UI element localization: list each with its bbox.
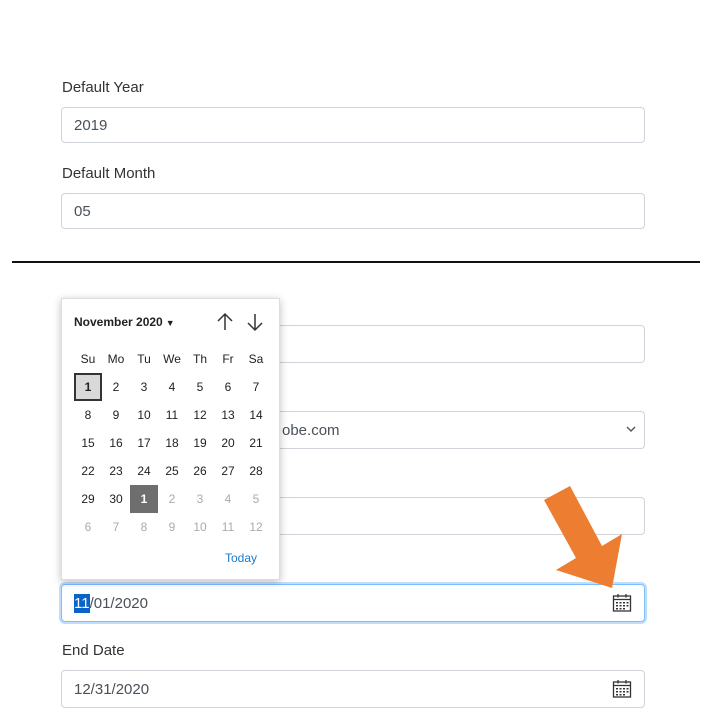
week-row: 29 30 1 2 3 4 5	[74, 485, 272, 513]
day-cell-other-month[interactable]: 5	[242, 485, 270, 513]
day-cell-other-month[interactable]: 2	[158, 485, 186, 513]
weekday-label: Sa	[248, 352, 264, 366]
day-cell-other-month[interactable]: 3	[186, 485, 214, 513]
start-date-rest: /01/2020	[89, 594, 148, 612]
month-year-label: November 2020	[74, 315, 163, 329]
start-date-month-segment[interactable]: 11	[74, 593, 90, 613]
weekday-header: Su Mo Tu We Th Fr Sa	[74, 347, 272, 371]
day-cell-other-month[interactable]: 6	[74, 513, 102, 541]
day-cell[interactable]: 26	[186, 457, 214, 485]
day-cell-other-month[interactable]: 10	[186, 513, 214, 541]
weekday-label: Tu	[137, 352, 151, 366]
default-month-label: Default Month	[62, 165, 156, 182]
weekday-label: Mo	[107, 352, 125, 366]
week-row: 8 9 10 11 12 13 14	[74, 401, 272, 429]
day-cell-other-month[interactable]: 12	[242, 513, 270, 541]
day-cell[interactable]: 6	[214, 373, 242, 401]
day-cell[interactable]: 23	[102, 457, 130, 485]
weekday-label: We	[163, 352, 181, 366]
calendar-icon[interactable]	[612, 593, 632, 613]
day-cell-other-month[interactable]: 11	[214, 513, 242, 541]
default-year-value: 2019	[74, 116, 108, 134]
week-row: 1 2 3 4 5 6 7	[74, 373, 272, 401]
weekday-label: Th	[192, 352, 207, 366]
calendar-grid: Su Mo Tu We Th Fr Sa 1 2 3 4 5 6 7 8 9 1…	[74, 347, 272, 541]
day-cell[interactable]: 16	[102, 429, 130, 457]
day-cell[interactable]: 5	[186, 373, 214, 401]
day-cell[interactable]: 20	[214, 429, 242, 457]
weekday-label: Su	[80, 352, 96, 366]
day-cell[interactable]: 8	[74, 401, 102, 429]
day-cell[interactable]: 24	[130, 457, 158, 485]
default-month-value: 05	[74, 202, 91, 220]
week-row: 15 16 17 18 19 20 21	[74, 429, 272, 457]
annotation-arrow	[544, 486, 622, 588]
datepicker-popup: November 2020 ▼ Su Mo Tu We Th Fr Sa 1 2 …	[61, 298, 280, 580]
default-year-label: Default Year	[62, 79, 144, 96]
day-cell-selected[interactable]: 1	[130, 485, 158, 513]
day-cell[interactable]: 12	[186, 401, 214, 429]
day-cell[interactable]: 27	[214, 457, 242, 485]
day-cell[interactable]: 13	[214, 401, 242, 429]
day-cell[interactable]: 7	[242, 373, 270, 401]
arrow-down-icon	[247, 314, 263, 332]
section-divider	[12, 261, 700, 263]
calendar-icon[interactable]	[612, 679, 632, 699]
day-cell-other-month[interactable]: 7	[102, 513, 130, 541]
day-cell[interactable]: 30	[102, 485, 130, 513]
next-month-button[interactable]	[244, 311, 266, 333]
prev-month-button[interactable]	[214, 311, 236, 333]
day-cell[interactable]: 10	[130, 401, 158, 429]
day-cell[interactable]: 2	[102, 373, 130, 401]
day-cell[interactable]: 22	[74, 457, 102, 485]
day-cell-other-month[interactable]: 8	[130, 513, 158, 541]
day-cell[interactable]: 25	[158, 457, 186, 485]
day-cell[interactable]: 18	[158, 429, 186, 457]
end-date-value: 12/31/2020	[74, 680, 150, 698]
day-cell[interactable]: 11	[158, 401, 186, 429]
day-cell[interactable]: 19	[186, 429, 214, 457]
day-cell[interactable]: 9	[102, 401, 130, 429]
week-row: 6 7 8 9 10 11 12	[74, 513, 272, 541]
day-cell[interactable]: 14	[242, 401, 270, 429]
weekday-label: Fr	[222, 352, 234, 366]
caret-down-icon: ▼	[165, 318, 175, 328]
end-date-label: End Date	[62, 642, 125, 659]
email-select-value: obe.com	[282, 421, 340, 439]
default-month-input[interactable]: 05	[61, 193, 645, 229]
day-cell-other-month[interactable]: 4	[214, 485, 242, 513]
default-year-input[interactable]: 2019	[61, 107, 645, 143]
today-button[interactable]: Today	[225, 551, 257, 565]
arrow-up-icon	[217, 312, 233, 330]
end-date-input[interactable]: 12/31/2020	[61, 670, 645, 708]
chevron-down-icon	[626, 423, 636, 437]
month-year-dropdown[interactable]: November 2020 ▼	[74, 315, 175, 329]
day-cell[interactable]: 29	[74, 485, 102, 513]
day-cell-today[interactable]: 1	[74, 373, 102, 401]
day-cell[interactable]: 15	[74, 429, 102, 457]
day-cell[interactable]: 3	[130, 373, 158, 401]
day-cell[interactable]: 28	[242, 457, 270, 485]
day-cell[interactable]: 21	[242, 429, 270, 457]
day-cell[interactable]: 4	[158, 373, 186, 401]
day-cell-other-month[interactable]: 9	[158, 513, 186, 541]
day-cell[interactable]: 17	[130, 429, 158, 457]
week-row: 22 23 24 25 26 27 28	[74, 457, 272, 485]
